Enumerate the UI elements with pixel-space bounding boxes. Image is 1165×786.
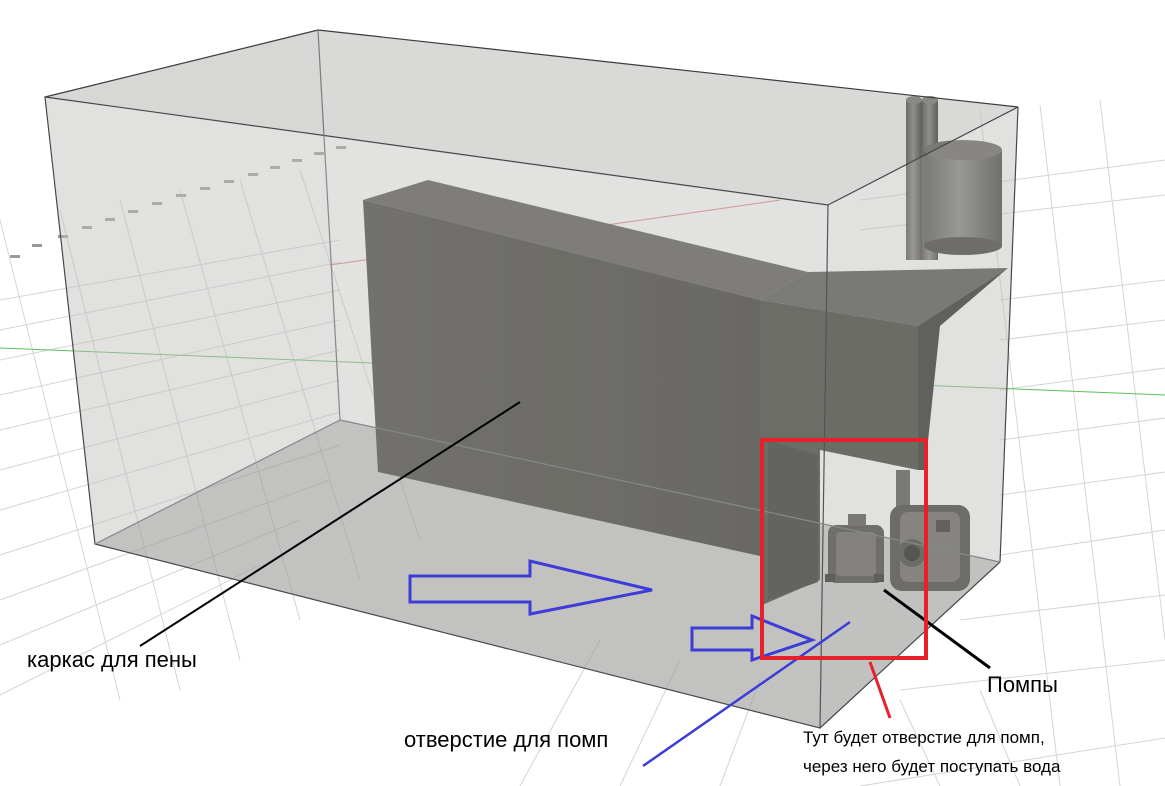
label-note-line2: через него будет поступать вода xyxy=(803,757,1061,776)
label-pumps: Помпы xyxy=(987,672,1058,697)
enclosure-front-face xyxy=(45,97,828,728)
label-foam-frame: каркас для пены xyxy=(27,647,197,672)
enclosure-right-face xyxy=(820,107,1018,728)
label-note-line1: Тут будет отверстие для помп, xyxy=(803,728,1045,747)
label-pump-opening: отверстие для помп xyxy=(404,727,609,752)
